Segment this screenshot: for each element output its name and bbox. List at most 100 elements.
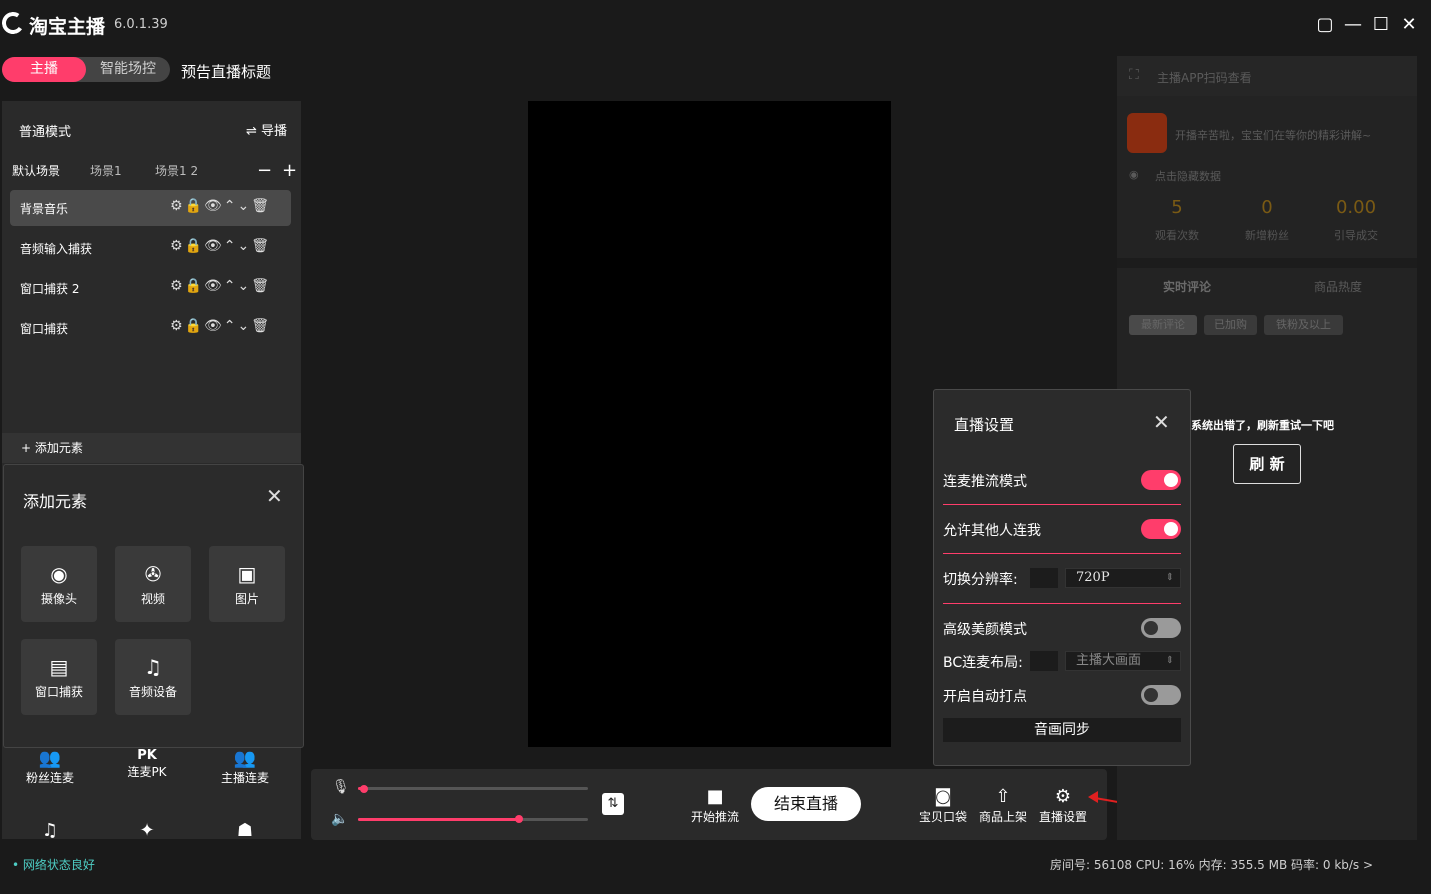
- webcam-icon: ◉: [50, 562, 68, 586]
- bc-layout-value: 主播大画面: [1076, 653, 1142, 668]
- scene-tab-default[interactable]: 默认场景: [12, 162, 60, 179]
- bc-layout-select[interactable]: 主播大画面 ⇕: [1065, 651, 1181, 671]
- robot-button[interactable]: ☗: [205, 820, 285, 841]
- speaker-icon[interactable]: 🔈: [331, 811, 348, 827]
- host-link-icon: 👥: [233, 748, 257, 769]
- tile-window-capture[interactable]: ▤ 窗口捕获: [21, 639, 97, 715]
- title-bar: [0, 0, 1431, 50]
- tile-label: 窗口捕获: [34, 685, 83, 699]
- stat-views-value: 5: [1171, 197, 1183, 218]
- resolution-value: 720P: [1076, 570, 1110, 585]
- app-name: 淘宝主播: [29, 16, 106, 38]
- filter-latest[interactable]: 最新评论: [1129, 315, 1197, 335]
- tile-video[interactable]: ✇ 视频: [115, 546, 191, 622]
- action-label: 主播连麦: [220, 771, 269, 785]
- add-element-button[interactable]: + 添加元素: [2, 433, 301, 463]
- stat-deals-value: 0.00: [1335, 197, 1377, 218]
- layer-actions-icon[interactable]: ⚙🔒👁⌃⌄🗑: [170, 318, 271, 334]
- live-settings-button[interactable]: ⚙ 直播设置: [1036, 786, 1090, 825]
- start-push-button[interactable]: ■ 开始推流: [688, 786, 742, 825]
- minimize-icon[interactable]: —: [1342, 14, 1364, 36]
- mixer-icon[interactable]: ⇅: [602, 793, 624, 815]
- divider: [943, 504, 1181, 505]
- welcome-text: 开播辛苦啦，宝宝们在等你的精彩讲解~: [1175, 129, 1372, 142]
- layer-item[interactable]: 窗口捕获 2 ⚙🔒👁⌃⌄🗑: [10, 270, 291, 306]
- tile-label: 视频: [140, 592, 165, 606]
- tile-audio-device[interactable]: ♫ 音频设备: [115, 639, 191, 715]
- music-button[interactable]: ♫: [10, 820, 90, 841]
- add-element-label: + 添加元素: [21, 441, 83, 455]
- live-preview[interactable]: [528, 101, 891, 747]
- film-reel-icon: ✇: [144, 562, 162, 586]
- tab-smart-control[interactable]: 智能场控: [86, 57, 170, 82]
- host-link-button[interactable]: 👥 主播连麦: [205, 748, 285, 786]
- video-camera-icon: ■: [706, 786, 724, 807]
- divider: [1117, 258, 1417, 268]
- remove-scene-icon[interactable]: −: [257, 160, 272, 181]
- bc-layout-label: BC连麦布局:: [943, 655, 1023, 671]
- add-scene-icon[interactable]: +: [282, 160, 297, 181]
- layer-item[interactable]: 音频输入捕获 ⚙🔒👁⌃⌄🗑: [10, 230, 291, 266]
- close-icon[interactable]: ✕: [1153, 410, 1170, 434]
- guide-button[interactable]: ⇌ 导播: [246, 120, 287, 139]
- link-push-mode-toggle[interactable]: [1141, 470, 1181, 490]
- image-icon: ▣: [237, 562, 257, 586]
- product-upload-button[interactable]: ⇧ 商品上架: [976, 786, 1030, 825]
- pk-button[interactable]: PK 连麦PK: [107, 748, 187, 780]
- error-message: 系统出错了，刷新重试一下吧: [1191, 419, 1334, 432]
- layer-actions-icon[interactable]: ⚙🔒👁⌃⌄🗑: [170, 278, 271, 294]
- tab-live-comments[interactable]: 实时评论: [1163, 278, 1211, 295]
- volume-slider-knob[interactable]: [515, 815, 523, 823]
- tile-label: 摄像头: [40, 592, 77, 606]
- updown-icon: ⇕: [1165, 655, 1174, 666]
- product-bag-button[interactable]: ◙ 宝贝口袋: [916, 786, 970, 825]
- action-label: 连麦PK: [127, 765, 167, 779]
- updown-icon: ⇕: [1165, 572, 1174, 583]
- resolution-label-box: [1030, 568, 1058, 588]
- tile-image[interactable]: ▣ 图片: [209, 546, 285, 622]
- resolution-select[interactable]: 720P ⇕: [1065, 568, 1181, 588]
- filter-iron-fans[interactable]: 铁粉及以上: [1264, 315, 1343, 335]
- allow-link-toggle[interactable]: [1141, 519, 1181, 539]
- close-icon[interactable]: ✕: [266, 484, 283, 508]
- filter-added-cart[interactable]: 已加购: [1204, 315, 1257, 335]
- microphone-icon[interactable]: 🎙: [332, 779, 350, 795]
- layer-actions-icon[interactable]: ⚙🔒👁⌃⌄🗑: [170, 238, 271, 254]
- music-icon: ♫: [41, 820, 59, 841]
- hide-data-link[interactable]: 点击隐藏数据: [1155, 168, 1221, 184]
- layer-actions-icon[interactable]: ⚙🔒👁⌃⌄🗑: [170, 198, 271, 214]
- tab-product-heat[interactable]: 商品热度: [1314, 278, 1362, 295]
- upload-label: 商品上架: [978, 810, 1027, 824]
- scan-title: 主播APP扫码查看: [1157, 71, 1252, 85]
- effects-icon: ✦: [139, 820, 155, 841]
- end-live-button[interactable]: 结束直播: [751, 787, 861, 821]
- mic-slider[interactable]: [358, 787, 588, 790]
- refresh-button[interactable]: 刷 新: [1233, 444, 1301, 484]
- tab-host[interactable]: 主播: [2, 57, 86, 82]
- divider: [943, 603, 1181, 604]
- fans-link-icon: 👥: [38, 748, 62, 769]
- auto-mark-toggle[interactable]: [1141, 685, 1181, 705]
- host-avatar: [1127, 113, 1167, 153]
- annotation-arrow-head: [1088, 791, 1098, 803]
- maximize-icon[interactable]: ☐: [1370, 14, 1392, 36]
- close-window-icon[interactable]: ✕: [1398, 14, 1420, 36]
- beauty-mode-toggle[interactable]: [1141, 618, 1181, 638]
- pk-icon: PK: [137, 748, 157, 763]
- eye-icon[interactable]: ◉: [1129, 168, 1139, 181]
- av-sync-button[interactable]: 音画同步: [943, 718, 1181, 742]
- pin-window-icon[interactable]: ▢: [1314, 14, 1336, 36]
- fans-link-button[interactable]: 👥 粉丝连麦: [10, 748, 90, 786]
- scan-icon: ⛶: [1129, 67, 1139, 83]
- scene-tab-1-2[interactable]: 场景1 2: [155, 162, 198, 179]
- tile-camera[interactable]: ◉ 摄像头: [21, 546, 97, 622]
- bc-layout-label-box: [1030, 651, 1058, 671]
- layer-item[interactable]: 背景音乐 ⚙🔒👁⌃⌄🗑: [10, 190, 291, 226]
- preview-live-title[interactable]: 预告直播标题: [181, 61, 271, 82]
- layer-item[interactable]: 窗口捕获 ⚙🔒👁⌃⌄🗑: [10, 310, 291, 346]
- allow-link-label: 允许其他人连我: [943, 523, 1041, 539]
- mode-label: 普通模式: [19, 125, 72, 140]
- resolution-label: 切换分辨率:: [943, 572, 1018, 588]
- effects-button[interactable]: ✦: [107, 820, 187, 841]
- scene-tab-1[interactable]: 场景1: [90, 162, 122, 179]
